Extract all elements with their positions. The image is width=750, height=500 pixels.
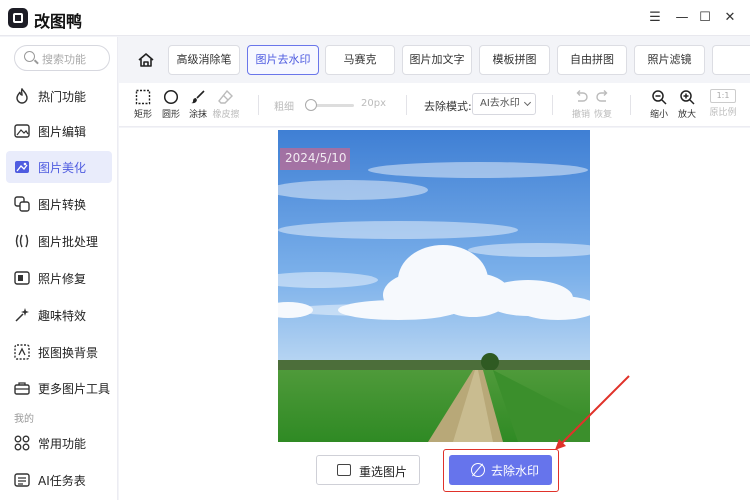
- fire-icon: [14, 88, 30, 104]
- zoom-out-icon: [651, 89, 667, 105]
- eraser-tool-label: 橡皮擦: [212, 110, 240, 120]
- sidebar-item-label: 照片修复: [38, 272, 87, 286]
- remove-icon: [471, 463, 485, 477]
- tab-remove-watermark[interactable]: 图片去水印: [247, 45, 319, 75]
- removal-mode-value: AI去水印: [480, 98, 520, 109]
- tab-template-collage[interactable]: 模板拼图: [479, 45, 550, 75]
- thickness-slider-thumb[interactable]: [305, 99, 317, 111]
- original-ratio-label: 原比例: [709, 108, 737, 118]
- divider: [406, 95, 407, 115]
- photo-repair-icon: [14, 270, 30, 286]
- sidebar-item-common[interactable]: 常用功能: [6, 427, 112, 459]
- close-button[interactable]: ✕: [718, 6, 742, 30]
- redo-icon: [595, 89, 611, 105]
- brush-icon: [190, 89, 206, 105]
- sidebar-item-label: 图片美化: [38, 161, 87, 175]
- divider: [552, 95, 553, 115]
- sidebar-item-image-beautify[interactable]: 图片美化: [6, 151, 112, 183]
- tab-mosaic[interactable]: 马赛克: [325, 45, 395, 75]
- divider: [258, 95, 259, 115]
- reselect-image-label: 重选图片: [359, 465, 408, 479]
- chevron-down-icon: [523, 98, 532, 107]
- tab-photo-filter[interactable]: 照片滤镜: [634, 45, 705, 75]
- app-title: 改图鸭: [34, 12, 83, 31]
- my-section-label: 我的: [14, 414, 34, 425]
- zoom-in-button[interactable]: 放大: [671, 89, 703, 120]
- sidebar-item-label: 趣味特效: [38, 309, 87, 323]
- sidebar-item-ai-tasks[interactable]: AI任务表: [6, 464, 112, 496]
- redo-label: 恢复: [593, 110, 612, 120]
- sidebar-item-image-edit[interactable]: 图片编辑: [6, 115, 112, 147]
- eraser-tool[interactable]: 橡皮擦: [210, 89, 242, 120]
- tab-free-collage[interactable]: 自由拼图: [557, 45, 627, 75]
- landscape-image: [278, 130, 590, 442]
- search-input[interactable]: 搜索功能: [14, 45, 110, 71]
- zoom-in-icon: [679, 89, 695, 105]
- reselect-image-button[interactable]: 重选图片: [316, 455, 420, 485]
- canvas-area: 2024/5/10 重选图片 去除水印: [119, 128, 750, 500]
- title-bar: 改图鸭 ☰ — ☐ ✕: [0, 0, 750, 36]
- feature-tabs: 高级消除笔 图片去水印 马赛克 图片加文字 模板拼图 自由拼图 照片滤镜: [119, 37, 750, 83]
- image-icon: [337, 464, 351, 476]
- image-edit-icon: [14, 123, 30, 139]
- redo-button[interactable]: 恢复: [587, 89, 619, 120]
- batch-icon: [14, 233, 30, 249]
- divider: [630, 95, 631, 115]
- home-button[interactable]: [129, 47, 163, 73]
- tab-advanced-eraser[interactable]: 高级消除笔: [168, 45, 240, 75]
- sidebar-item-label: AI任务表: [38, 474, 86, 488]
- sidebar-item-cutout[interactable]: 抠图换背景: [6, 336, 112, 368]
- sidebar-item-label: 图片批处理: [38, 235, 99, 249]
- search-icon: [24, 51, 35, 62]
- sidebar-item-label: 常用功能: [38, 437, 87, 451]
- zoom-in-label: 放大: [677, 110, 696, 120]
- sidebar-item-image-convert[interactable]: 图片转换: [6, 188, 112, 220]
- sidebar-item-more-tools[interactable]: 更多图片工具: [6, 372, 112, 404]
- tab-more[interactable]: [712, 45, 750, 75]
- eraser-icon: [218, 89, 234, 105]
- minimize-button[interactable]: —: [670, 6, 694, 30]
- cutout-icon: [14, 344, 30, 360]
- maximize-button[interactable]: ☐: [693, 6, 717, 30]
- sidebar-item-label: 热门功能: [38, 90, 87, 104]
- rectangle-select-icon: [135, 89, 151, 105]
- sidebar-item-label: 图片转换: [38, 198, 87, 212]
- effects-icon: [14, 307, 30, 323]
- watermark-text: 2024/5/10: [285, 151, 347, 165]
- thickness-value: 20px: [361, 98, 386, 109]
- grid-icon: [14, 435, 30, 451]
- original-ratio-button[interactable]: 1:1 原比例: [707, 89, 739, 118]
- home-icon: [138, 53, 154, 67]
- sidebar-item-label: 抠图换背景: [38, 346, 99, 360]
- ai-task-icon: [14, 472, 30, 488]
- search-placeholder: 搜索功能: [42, 53, 86, 66]
- photo-preview[interactable]: 2024/5/10: [278, 130, 590, 442]
- thickness-label: 粗细: [274, 102, 294, 113]
- sidebar: 搜索功能 热门功能 图片编辑 图片美化 图片转换 图片批处理 照片修复 趣味特效…: [0, 37, 118, 500]
- convert-icon: [14, 196, 30, 212]
- sidebar-item-effects[interactable]: 趣味特效: [6, 299, 112, 331]
- edit-toolbar: 矩形 圆形 涂抹 橡皮擦 粗细 20px 去除模式: AI去水印 撤销 恢复 缩…: [119, 83, 750, 127]
- remove-watermark-button[interactable]: 去除水印: [449, 455, 552, 485]
- remove-watermark-label: 去除水印: [491, 464, 540, 478]
- removal-mode-label: 去除模式:: [424, 100, 472, 113]
- sidebar-item-hot[interactable]: 热门功能: [6, 80, 112, 112]
- watermark-overlay[interactable]: 2024/5/10: [280, 148, 350, 170]
- removal-mode-select[interactable]: AI去水印: [472, 93, 536, 115]
- app-logo-icon: [8, 8, 28, 28]
- tab-add-text[interactable]: 图片加文字: [402, 45, 472, 75]
- sidebar-item-label: 更多图片工具: [38, 382, 111, 396]
- toolbox-icon: [14, 380, 30, 396]
- circle-icon: [163, 89, 179, 105]
- sidebar-item-photo-repair[interactable]: 照片修复: [6, 262, 112, 294]
- image-beautify-icon: [14, 159, 30, 175]
- ratio-icon: 1:1: [710, 89, 736, 103]
- sidebar-item-batch[interactable]: 图片批处理: [6, 225, 112, 257]
- sidebar-item-label: 图片编辑: [38, 125, 87, 139]
- menu-icon[interactable]: ☰: [643, 6, 667, 30]
